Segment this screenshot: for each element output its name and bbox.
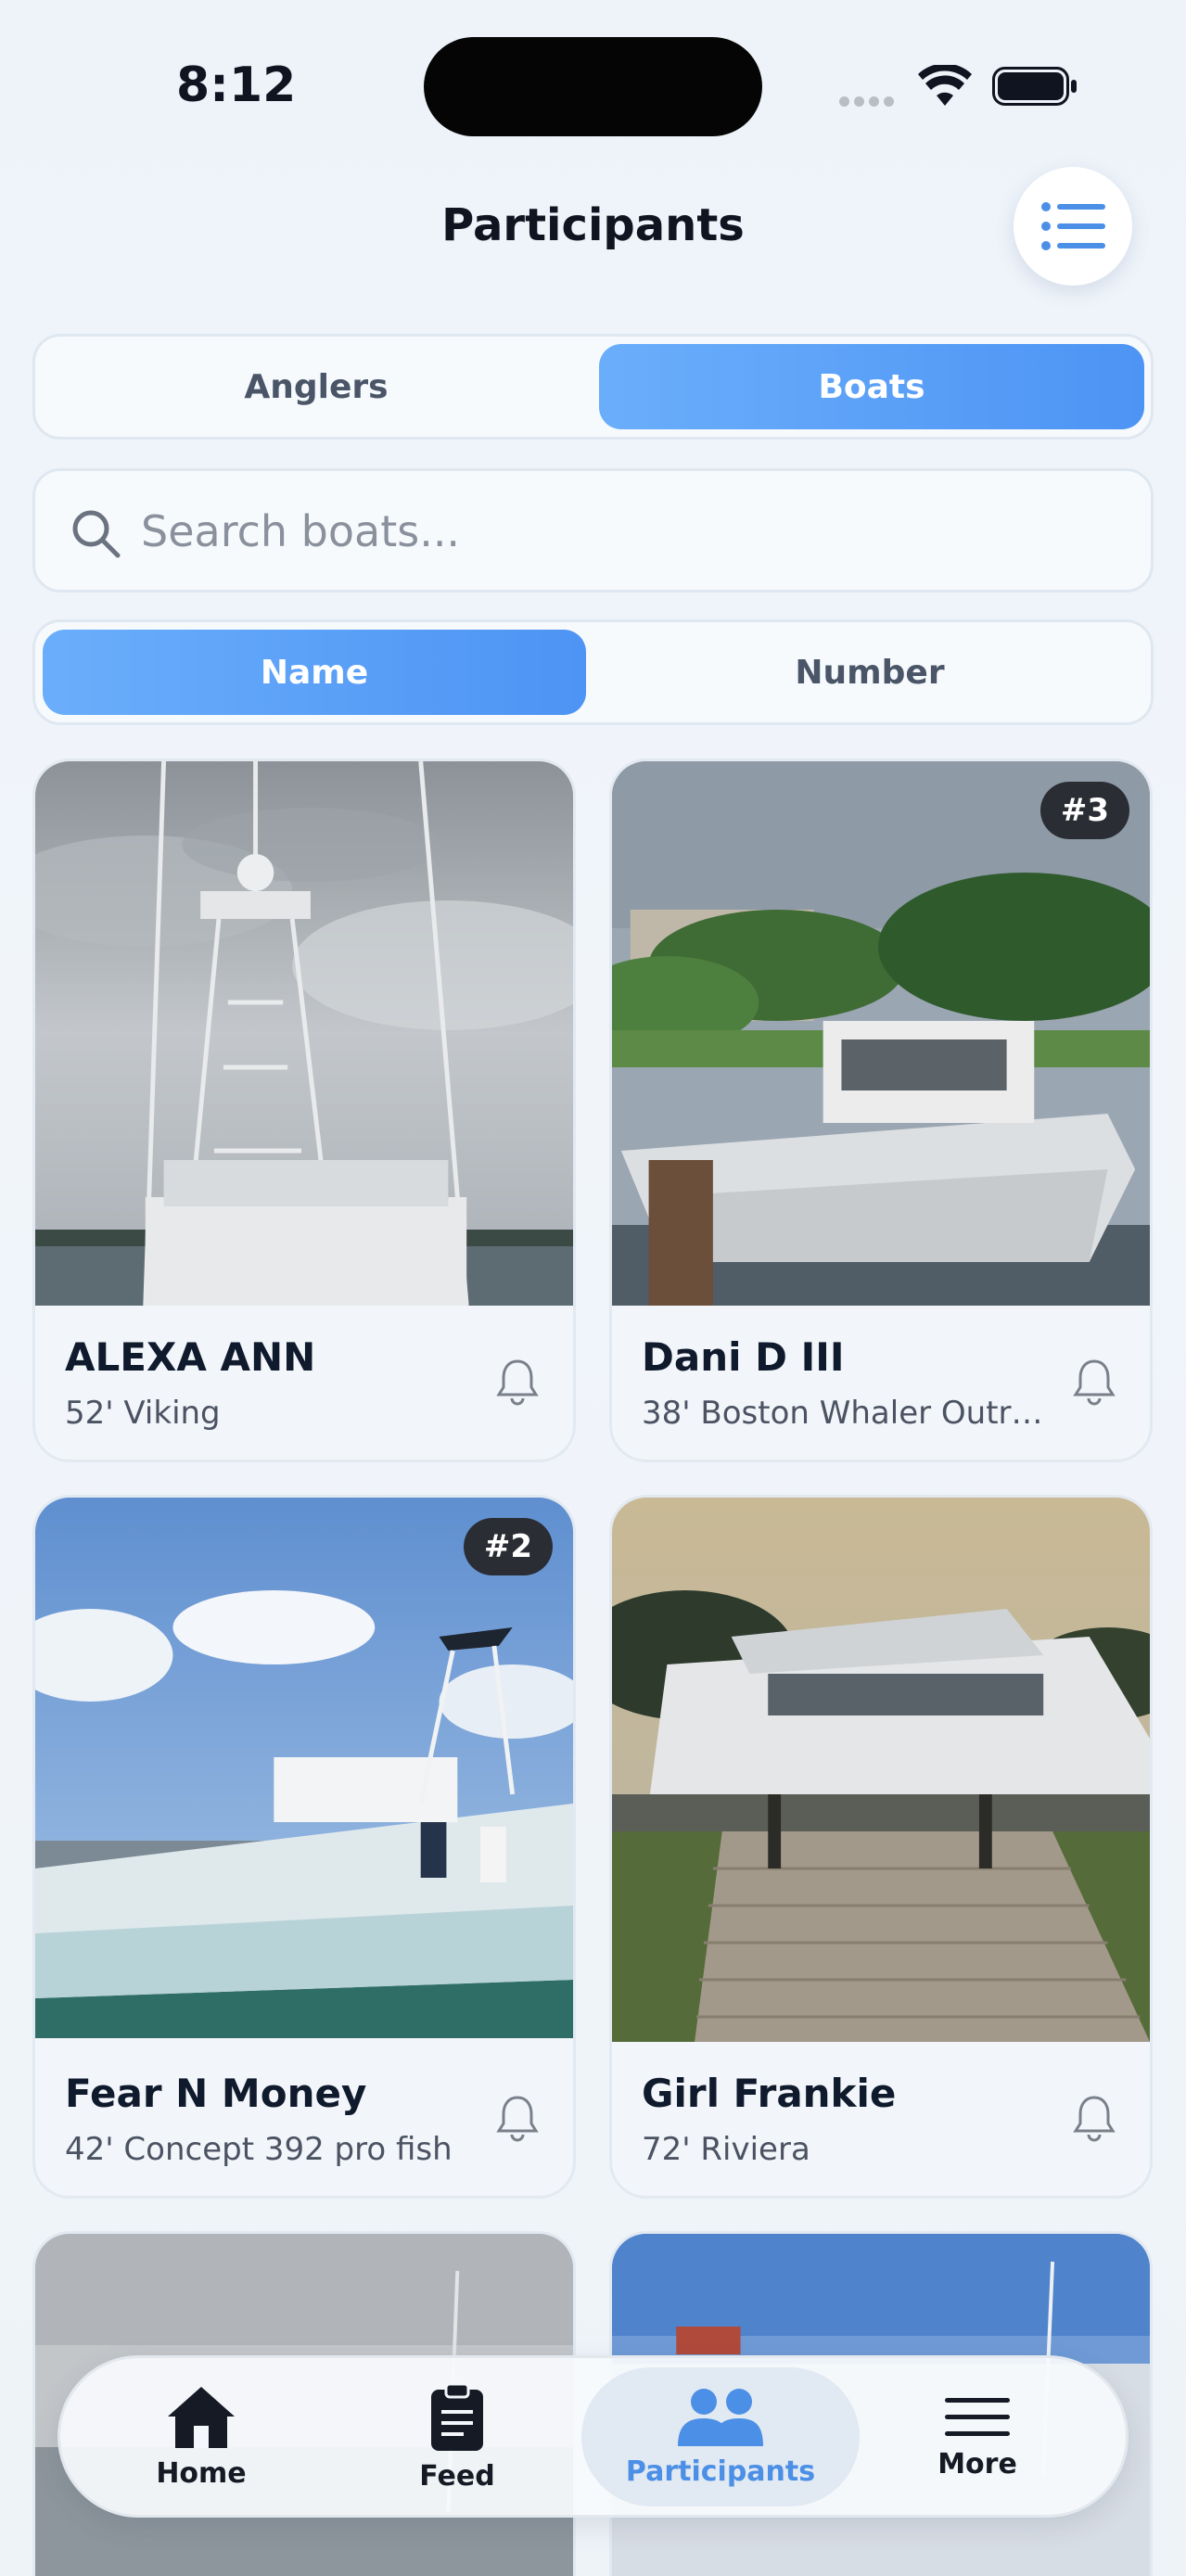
bottom-tab-bar: Home Feed Participants More <box>57 2355 1129 2518</box>
bell-icon[interactable] <box>495 2094 540 2142</box>
status-time: 8:12 <box>176 57 297 113</box>
battery-icon <box>992 67 1077 106</box>
tab-label: Feed <box>419 2459 495 2493</box>
page-title: Participants <box>441 199 745 251</box>
boat-name: Dani D III <box>642 1334 845 1380</box>
boat-description: 42' Concept 392 pro fish <box>65 2131 453 2168</box>
home-icon <box>168 2386 235 2448</box>
boat-description: 72' Riviera <box>642 2131 810 2168</box>
list-menu-button[interactable] <box>1014 167 1132 286</box>
boat-number-badge: #2 <box>463 1518 553 1575</box>
boat-description: 52' Viking <box>65 1395 221 1432</box>
sort-segmented-control: Name Number <box>32 619 1154 725</box>
boat-description: 38' Boston Whaler Outr… <box>642 1395 1043 1432</box>
boat-name: ALEXA ANN <box>65 1334 316 1380</box>
boat-card[interactable]: #3 Dani D III 38' Boston Whaler Outr… <box>609 759 1153 1462</box>
clipboard-icon <box>431 2382 483 2451</box>
boat-name: Fear N Money <box>65 2071 367 2116</box>
tab-label: Participants <box>625 2455 816 2488</box>
search-input[interactable] <box>139 493 1126 569</box>
tab-anglers[interactable]: Anglers <box>43 344 590 429</box>
people-icon <box>678 2388 763 2446</box>
view-segmented-control: Anglers Boats <box>32 334 1154 440</box>
tab-participants[interactable]: Participants <box>581 2367 860 2506</box>
boat-card[interactable]: #2 Fear N Money 42' Concept 392 pro fish <box>32 1495 576 2199</box>
search-bar <box>32 468 1154 593</box>
bell-icon[interactable] <box>495 1358 540 1406</box>
wifi-icon <box>918 65 972 106</box>
dynamic-island <box>424 37 762 136</box>
boat-card[interactable]: ALEXA ANN 52' Viking <box>32 759 576 1462</box>
cellular-signal-icon <box>839 93 902 107</box>
boat-card[interactable]: Girl Frankie 72' Riviera <box>609 1495 1153 2199</box>
menu-icon <box>945 2397 1010 2436</box>
boat-number-badge: #3 <box>1039 782 1129 839</box>
boat-photo <box>35 761 573 1306</box>
bell-icon[interactable] <box>1072 1358 1116 1406</box>
boat-photo <box>612 1498 1150 2042</box>
tab-home[interactable]: Home <box>62 2367 340 2506</box>
tab-label: Home <box>156 2456 247 2490</box>
sort-by-name[interactable]: Name <box>43 630 586 715</box>
boat-name: Girl Frankie <box>642 2071 897 2116</box>
tab-more[interactable]: More <box>838 2367 1116 2506</box>
bell-icon[interactable] <box>1072 2094 1116 2142</box>
tab-label: More <box>937 2447 1017 2480</box>
sort-by-number[interactable]: Number <box>595 630 1144 715</box>
boat-photo <box>612 761 1150 1306</box>
tab-feed[interactable]: Feed <box>318 2367 596 2506</box>
list-icon <box>1041 202 1105 250</box>
search-icon <box>72 510 121 558</box>
boat-photo <box>35 1498 573 2038</box>
tab-boats[interactable]: Boats <box>599 344 1144 429</box>
